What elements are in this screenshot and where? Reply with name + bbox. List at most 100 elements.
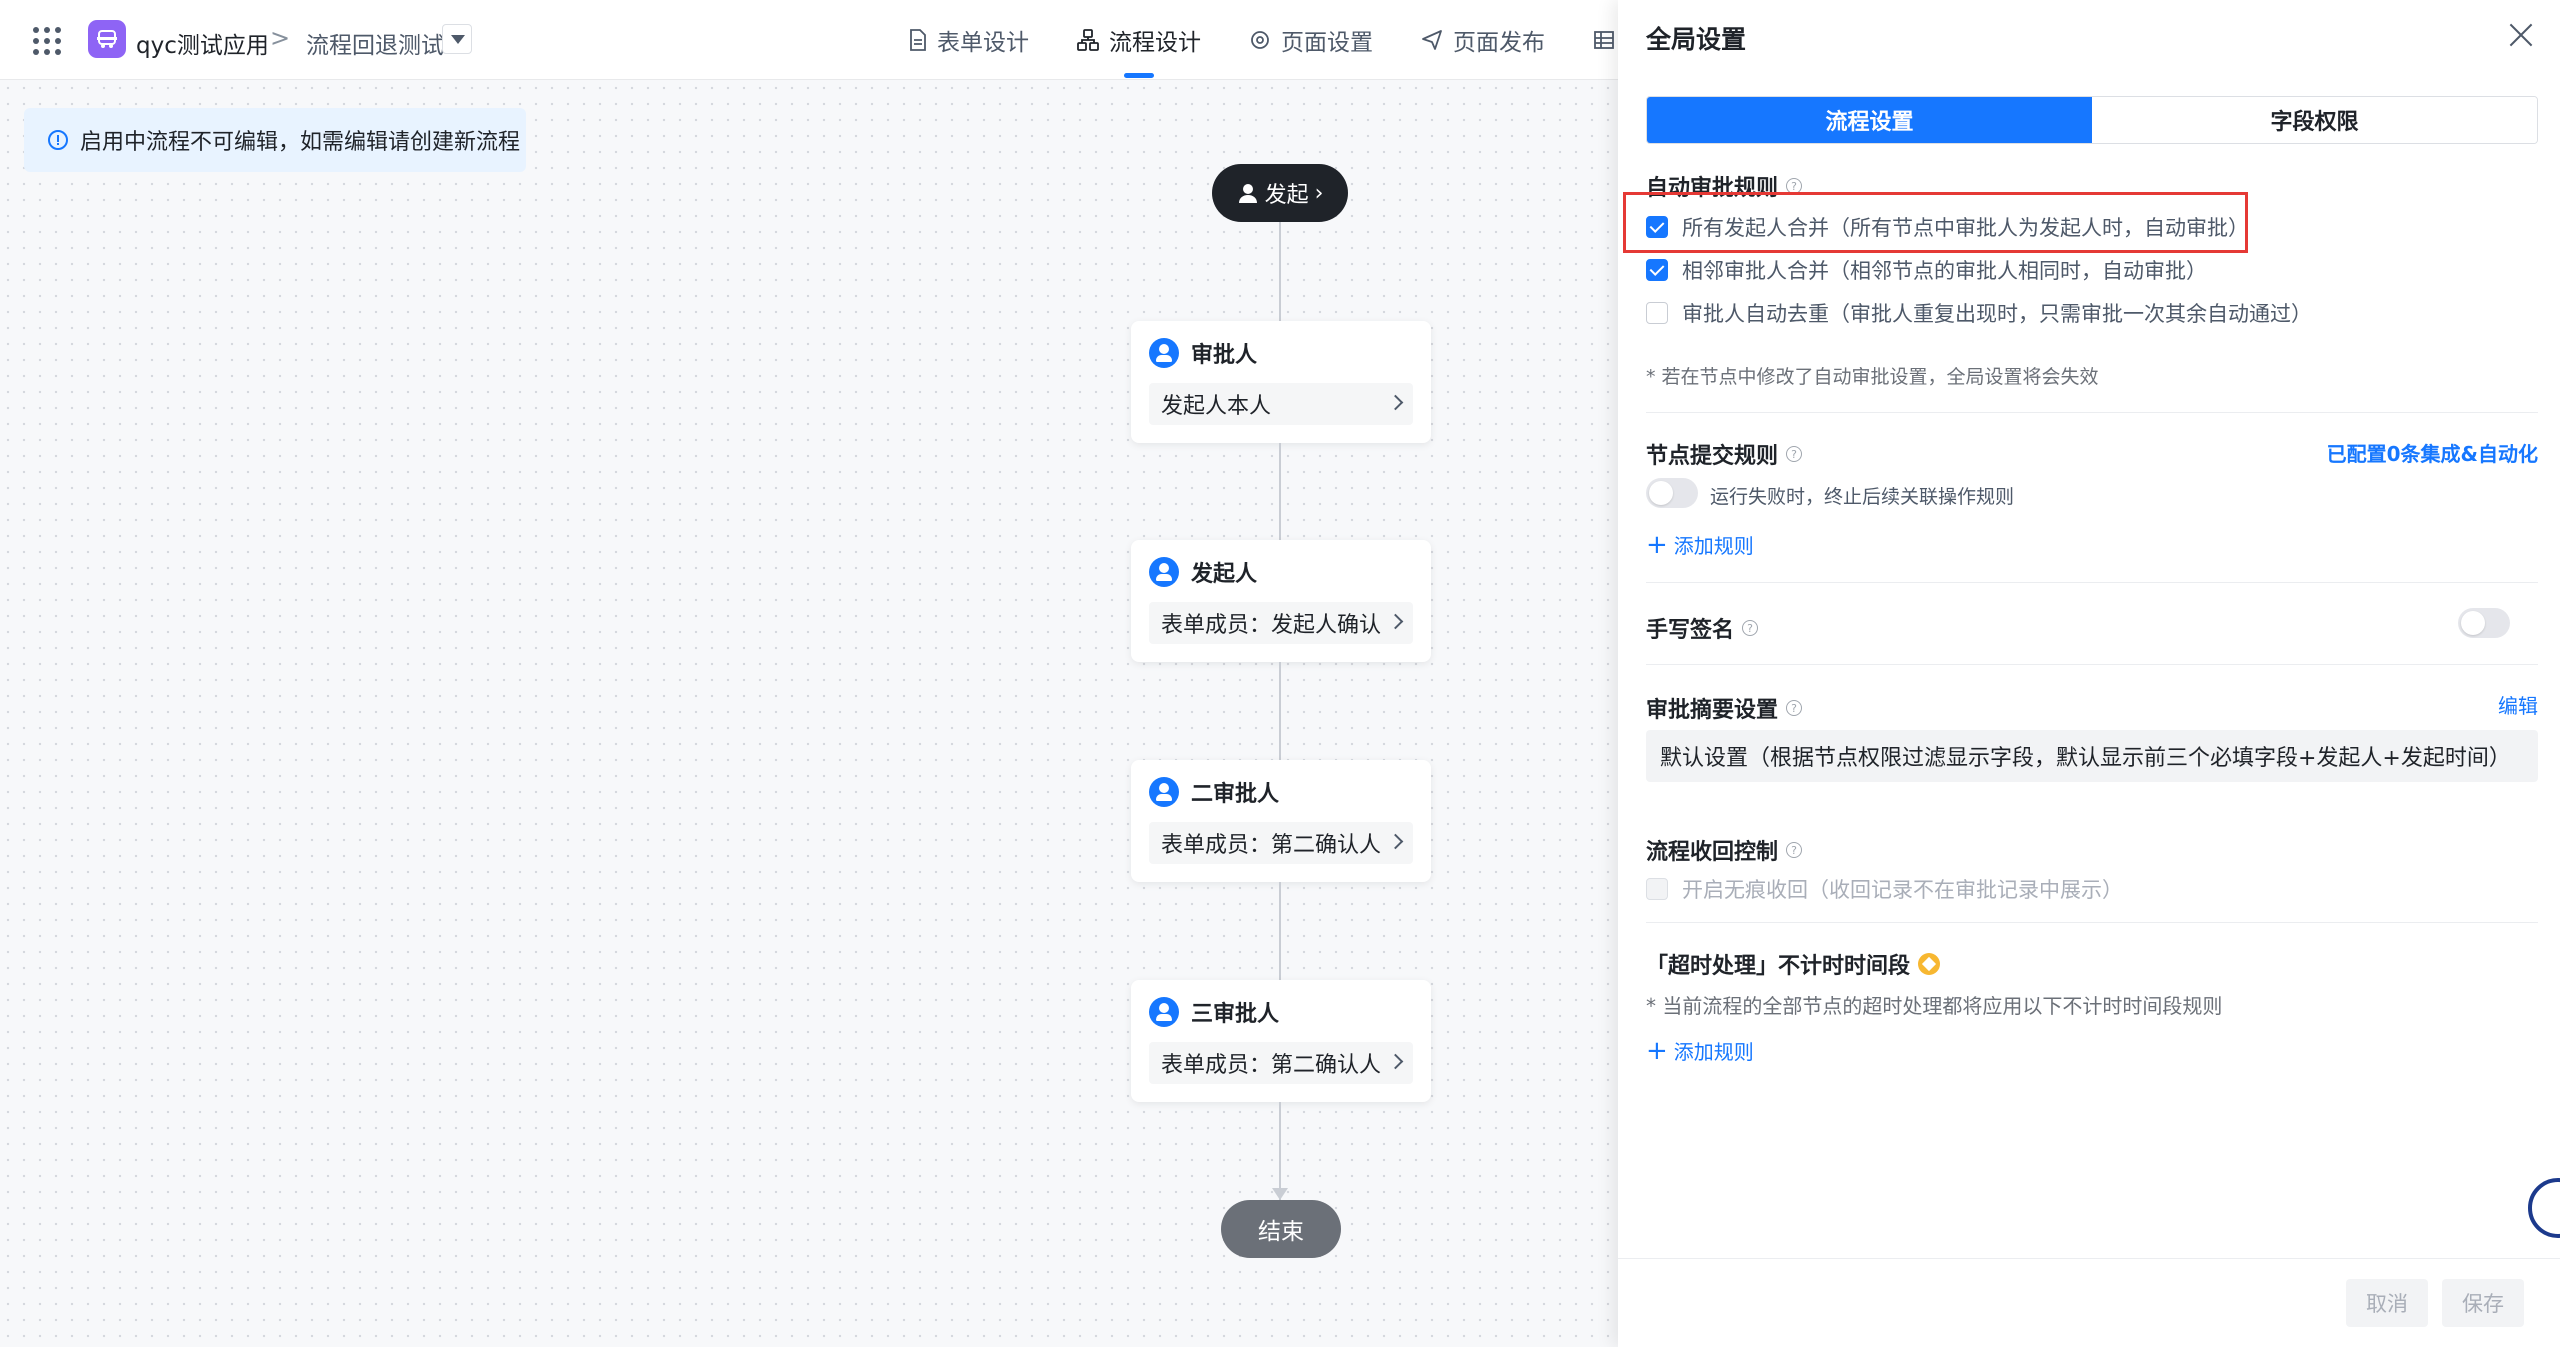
section-title-text: 节点提交规则 — [1646, 444, 1779, 469]
auto-approve-option[interactable]: 审批人自动去重（审批人重复出现时，只需审批一次其余自动通过） — [1646, 298, 2312, 328]
add-timeout-rule-button[interactable]: + 添加规则 — [1646, 1036, 1754, 1065]
flow-canvas[interactable]: 启用中流程不可编辑，如需编辑请创建新流程 发起 › 审批人 发起人本人 发起人 … — [0, 80, 1620, 1347]
chevron-right-icon — [1387, 394, 1404, 411]
help-icon[interactable]: ? — [1786, 446, 1803, 462]
checkbox-disabled — [1646, 878, 1668, 900]
node-value-text: 表单成员：发起人确认 — [1161, 613, 1382, 638]
chevron-right-icon — [1387, 613, 1404, 630]
timeout-title: 「超时处理」不计时时间段 — [1646, 948, 1941, 980]
node-value-text: 发起人本人 — [1161, 394, 1272, 419]
close-icon[interactable] — [2508, 22, 2534, 48]
node-title: 三审批人 — [1191, 1002, 1280, 1027]
add-rule-button[interactable]: + 添加规则 — [1646, 530, 1754, 559]
tab-flow-settings[interactable]: 流程设置 — [1647, 97, 2092, 143]
signature-toggle[interactable] — [2458, 608, 2510, 638]
drawer-title: 全局设置 — [1646, 25, 1747, 54]
approver-node[interactable]: 审批人 发起人本人 — [1131, 321, 1431, 443]
arrow-down-icon — [1272, 1188, 1288, 1200]
integration-link[interactable]: 已配置0条集成&自动化 — [2327, 438, 2538, 467]
terminate-toggle[interactable] — [1646, 478, 1698, 508]
end-node-label: 结束 — [1258, 1219, 1304, 1245]
gear-icon — [1251, 31, 1269, 49]
user-icon — [1149, 557, 1179, 587]
chevron-right-icon: › — [1314, 180, 1324, 206]
approver-node[interactable]: 发起人 表单成员：发起人确认 — [1131, 540, 1431, 662]
drawer-footer: 取消 保存 — [1618, 1258, 2560, 1347]
divider — [1646, 922, 2538, 923]
user-icon — [1149, 777, 1179, 807]
premium-badge-icon — [1918, 953, 1941, 975]
node-value[interactable]: 表单成员：发起人确认 — [1149, 602, 1413, 644]
node-title: 发起人 — [1191, 562, 1258, 587]
node-header: 二审批人 — [1149, 776, 1279, 808]
add-rule-label: 添加规则 — [1673, 534, 1754, 558]
app-name[interactable]: qyc测试应用 — [136, 26, 269, 60]
node-title: 审批人 — [1191, 343, 1258, 368]
divider — [1646, 582, 2538, 583]
tab-label: 页面设置 — [1281, 30, 1373, 56]
tab-page-settings[interactable]: 页面设置 — [1225, 0, 1397, 80]
table-icon — [1594, 31, 1614, 49]
tab-page-publish[interactable]: 页面发布 — [1397, 0, 1569, 80]
divider — [1646, 664, 2538, 665]
flow-dropdown-button[interactable] — [442, 24, 472, 54]
user-icon — [1149, 997, 1179, 1027]
recall-option: 开启无痕收回（收回记录不在审批记录中展示） — [1646, 874, 2123, 904]
plus-icon: + — [1646, 529, 1668, 560]
readonly-notice: 启用中流程不可编辑，如需编辑请创建新流程 — [24, 108, 526, 172]
approver-node[interactable]: 二审批人 表单成员：第二确认人 — [1131, 760, 1431, 882]
node-value[interactable]: 表单成员：第二确认人 — [1149, 1042, 1413, 1084]
send-icon — [1422, 30, 1442, 50]
connector — [1279, 1102, 1281, 1200]
info-icon — [48, 130, 68, 150]
checkbox-unchecked[interactable] — [1646, 302, 1668, 324]
node-header: 三审批人 — [1149, 996, 1279, 1028]
node-value[interactable]: 表单成员：第二确认人 — [1149, 822, 1413, 864]
approver-node[interactable]: 三审批人 表单成员：第二确认人 — [1131, 980, 1431, 1102]
tab-label: 流程设计 — [1109, 30, 1201, 56]
auto-approve-note: * 若在节点中修改了自动审批设置，全局设置将会失效 — [1646, 366, 2099, 388]
node-value-text: 表单成员：第二确认人 — [1161, 1053, 1382, 1078]
node-value[interactable]: 发起人本人 — [1149, 383, 1413, 425]
apps-grid-icon[interactable] — [30, 24, 62, 56]
recall-title: 流程收回控制 ? — [1646, 834, 1803, 866]
section-title-text: 审批摘要设置 — [1646, 698, 1779, 723]
notice-text: 启用中流程不可编辑，如需编辑请创建新流程 — [80, 130, 521, 155]
tab-form-design[interactable]: 表单设计 — [885, 0, 1053, 80]
start-node-label: 发起 — [1264, 183, 1309, 208]
save-button[interactable]: 保存 — [2442, 1279, 2524, 1327]
node-value-text: 表单成员：第二确认人 — [1161, 833, 1382, 858]
user-icon — [1149, 338, 1179, 368]
document-icon — [910, 29, 926, 51]
help-icon[interactable]: ? — [1742, 620, 1759, 636]
app-logo — [88, 20, 126, 58]
help-icon[interactable]: ? — [1786, 842, 1803, 858]
nav-tabs: 表单设计 流程设计 页面设置 页面发布 数 — [885, 0, 1672, 80]
auto-approve-option[interactable]: 所有发起人合并（所有节点中审批人为发起人时，自动审批） — [1646, 212, 2249, 242]
global-settings-drawer: 全局设置 流程设置 字段权限 自动审批规则 ? 所有发起人合并（所有节点中审批人… — [1618, 0, 2560, 1347]
divider — [1646, 412, 2538, 413]
help-icon[interactable]: ? — [1786, 700, 1803, 716]
auto-approve-option[interactable]: 相邻审批人合并（相邻节点的审批人相同时，自动审批） — [1646, 255, 2207, 285]
option-label: 相邻审批人合并（相邻节点的审批人相同时，自动审批） — [1682, 259, 2207, 283]
start-node[interactable]: 发起 › — [1212, 164, 1348, 222]
settings-tabs: 流程设置 字段权限 — [1646, 96, 2538, 144]
summary-title: 审批摘要设置 ? — [1646, 692, 1803, 724]
tab-flow-design[interactable]: 流程设计 — [1053, 0, 1225, 80]
end-node: 结束 — [1221, 1200, 1341, 1258]
flow-name[interactable]: 流程回退测试 — [306, 26, 444, 60]
tab-field-permissions[interactable]: 字段权限 — [2092, 97, 2537, 143]
cancel-button[interactable]: 取消 — [2346, 1279, 2428, 1327]
checkbox-checked[interactable] — [1646, 259, 1668, 281]
option-label: 开启无痕收回（收回记录不在审批记录中展示） — [1682, 878, 2123, 902]
plus-icon: + — [1646, 1035, 1668, 1066]
flow-icon — [1077, 29, 1099, 51]
edit-summary-link[interactable]: 编辑 — [2498, 690, 2538, 719]
node-header: 审批人 — [1149, 337, 1257, 369]
timeout-note: * 当前流程的全部节点的超时处理都将应用以下不计时时间段规则 — [1646, 994, 2223, 1018]
tab-label: 页面发布 — [1453, 30, 1545, 56]
option-label: 所有发起人合并（所有节点中审批人为发起人时，自动审批） — [1682, 216, 2249, 240]
section-title-text: 流程收回控制 — [1646, 840, 1779, 865]
checkbox-checked[interactable] — [1646, 216, 1668, 238]
option-label: 审批人自动去重（审批人重复出现时，只需审批一次其余自动通过） — [1682, 302, 2312, 326]
